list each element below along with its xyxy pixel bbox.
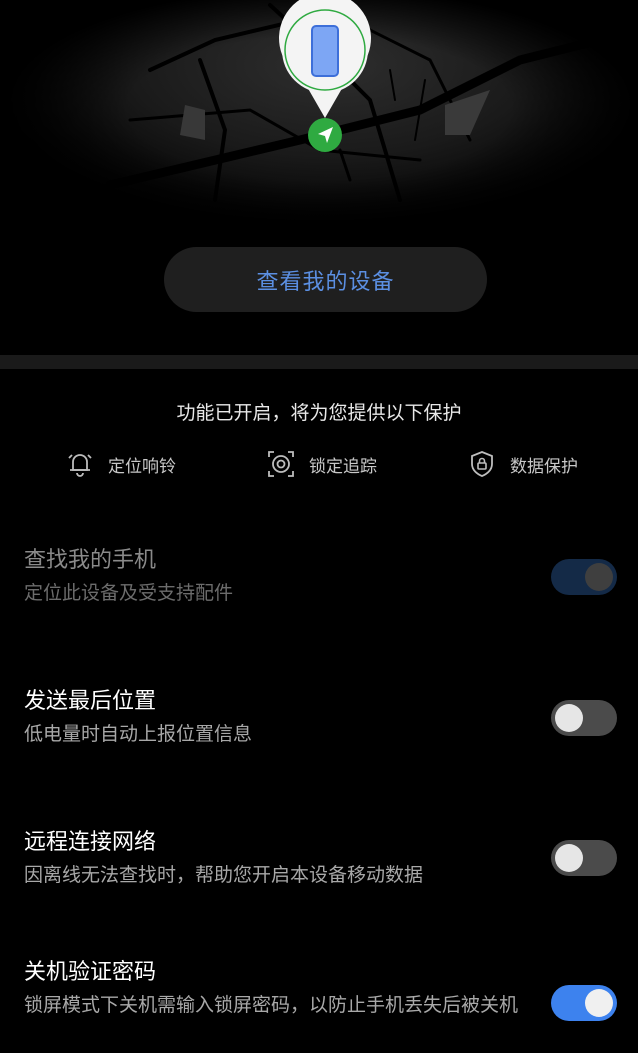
setting-title: 发送最后位置 bbox=[24, 689, 157, 714]
setting-title: 远程连接网络 bbox=[24, 830, 157, 855]
setting-title: 关机验证密码 bbox=[24, 960, 157, 985]
feature-label: 定位响铃 bbox=[108, 456, 176, 477]
section-divider bbox=[0, 355, 638, 369]
setting-subtitle: 定位此设备及受支持配件 bbox=[24, 582, 234, 604]
shutdown-password-toggle[interactable] bbox=[551, 985, 617, 1021]
navigation-arrow-icon bbox=[308, 118, 342, 152]
setting-send-last-location: 发送最后位置 低电量时自动上报位置信息 bbox=[24, 687, 544, 748]
setting-subtitle: 锁屏模式下关机需输入锁屏密码，以防止手机丢失后被关机 bbox=[24, 994, 519, 1016]
setting-subtitle: 低电量时自动上报位置信息 bbox=[24, 723, 253, 745]
feature-label: 锁定追踪 bbox=[309, 456, 377, 477]
feature-label: 数据保护 bbox=[510, 456, 578, 477]
setting-subtitle: 因离线无法查找时，帮助您开启本设备移动数据 bbox=[24, 864, 424, 886]
setting-remote-network: 远程连接网络 因离线无法查找时，帮助您开启本设备移动数据 bbox=[24, 828, 544, 889]
remote-network-toggle[interactable] bbox=[551, 840, 617, 876]
feature-locate-ring: 定位响铃 bbox=[66, 448, 176, 480]
protection-title: 功能已开启，将为您提供以下保护 bbox=[176, 402, 462, 424]
shield-lock-icon bbox=[471, 451, 493, 477]
map-graphic bbox=[0, 0, 638, 240]
send-last-location-toggle[interactable] bbox=[551, 700, 617, 736]
setting-shutdown-password: 关机验证密码 锁屏模式下关机需输入锁屏密码，以防止手机丢失后被关机 bbox=[24, 958, 524, 1019]
target-lock-icon bbox=[268, 451, 294, 477]
find-my-phone-toggle[interactable] bbox=[551, 559, 617, 595]
device-map[interactable] bbox=[0, 0, 638, 240]
bell-icon bbox=[68, 454, 92, 477]
setting-find-my-phone: 查找我的手机 定位此设备及受支持配件 bbox=[24, 546, 544, 607]
feature-data-protect: 数据保护 bbox=[468, 448, 578, 480]
feature-lock-track: 锁定追踪 bbox=[267, 448, 377, 480]
view-my-device-button[interactable]: 查看我的设备 bbox=[164, 247, 487, 312]
setting-title: 查找我的手机 bbox=[24, 548, 157, 573]
